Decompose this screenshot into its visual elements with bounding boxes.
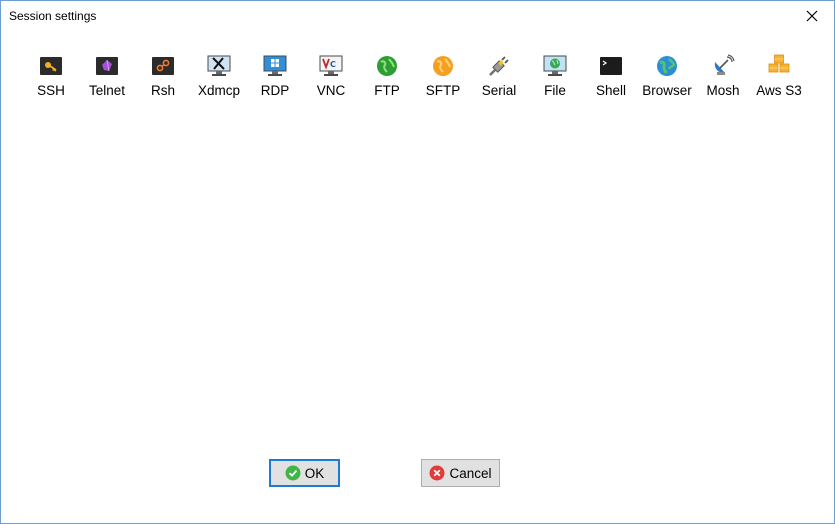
- session-type-label: Serial: [481, 83, 517, 98]
- session-type-label: SSH: [37, 83, 65, 98]
- cancel-button-label: Cancel: [449, 465, 492, 481]
- session-type-rsh[interactable]: Rsh: [135, 49, 191, 109]
- session-type-label: Shell: [595, 83, 627, 98]
- session-type-label: Browser: [642, 83, 692, 98]
- session-type-mosh[interactable]: Mosh: [695, 49, 751, 109]
- vnc-monitor-icon: C: [319, 55, 343, 76]
- session-type-toolbar: SSH Telnet Rsh Xdmcp RDP C VNC FTP SFTP …: [23, 49, 807, 109]
- session-type-aws-s3[interactable]: Aws S3: [751, 49, 807, 109]
- check-icon: [285, 465, 301, 481]
- ok-button[interactable]: OK: [269, 459, 340, 487]
- close-icon: [806, 10, 818, 22]
- session-type-shell[interactable]: Shell: [583, 49, 639, 109]
- session-type-label: Mosh: [706, 83, 740, 98]
- session-type-label: Telnet: [88, 83, 126, 98]
- session-type-serial[interactable]: Serial: [471, 49, 527, 109]
- session-type-label: SFTP: [425, 83, 461, 98]
- serial-plug-icon: [489, 56, 509, 76]
- aws-s3-cubes-icon: [768, 54, 790, 73]
- cancel-icon: [429, 465, 445, 481]
- browser-globe-icon: [657, 56, 677, 76]
- rdp-windows-icon: [263, 55, 287, 76]
- rsh-link-icon: [152, 57, 174, 75]
- svg-text:C: C: [330, 60, 336, 69]
- file-monitor-icon: [543, 55, 567, 76]
- session-type-sftp[interactable]: SFTP: [415, 49, 471, 109]
- xdmcp-monitor-icon: [207, 55, 231, 76]
- cancel-button[interactable]: Cancel: [421, 459, 500, 487]
- shell-terminal-icon: [600, 57, 622, 75]
- session-type-label: Xdmcp: [197, 83, 241, 98]
- session-type-ftp[interactable]: FTP: [359, 49, 415, 109]
- window-title: Session settings: [9, 9, 97, 23]
- mosh-satellite-icon: [714, 54, 735, 75]
- sftp-globe-icon: [433, 56, 453, 76]
- close-button[interactable]: [790, 1, 834, 31]
- session-type-label: RDP: [260, 83, 290, 98]
- ssh-key-icon: [40, 57, 62, 75]
- session-type-ssh[interactable]: SSH: [23, 49, 79, 109]
- session-type-telnet[interactable]: Telnet: [79, 49, 135, 109]
- session-type-file[interactable]: File: [527, 49, 583, 109]
- session-settings-dialog: Session settings SSH Telnet Rsh Xdmcp RD…: [0, 0, 835, 524]
- session-type-label: FTP: [374, 83, 400, 98]
- session-type-label: Aws S3: [756, 83, 802, 98]
- session-type-xdmcp[interactable]: Xdmcp: [191, 49, 247, 109]
- telnet-gem-icon: [96, 57, 118, 75]
- session-type-label: File: [544, 83, 566, 98]
- session-type-label: Rsh: [150, 83, 175, 98]
- session-type-browser[interactable]: Browser: [639, 49, 695, 109]
- session-type-vnc[interactable]: C VNC: [303, 49, 359, 109]
- ftp-globe-icon: [377, 56, 397, 76]
- session-type-label: VNC: [316, 83, 346, 98]
- ok-button-label: OK: [304, 465, 325, 481]
- session-type-rdp[interactable]: RDP: [247, 49, 303, 109]
- title-bar: Session settings: [1, 1, 834, 31]
